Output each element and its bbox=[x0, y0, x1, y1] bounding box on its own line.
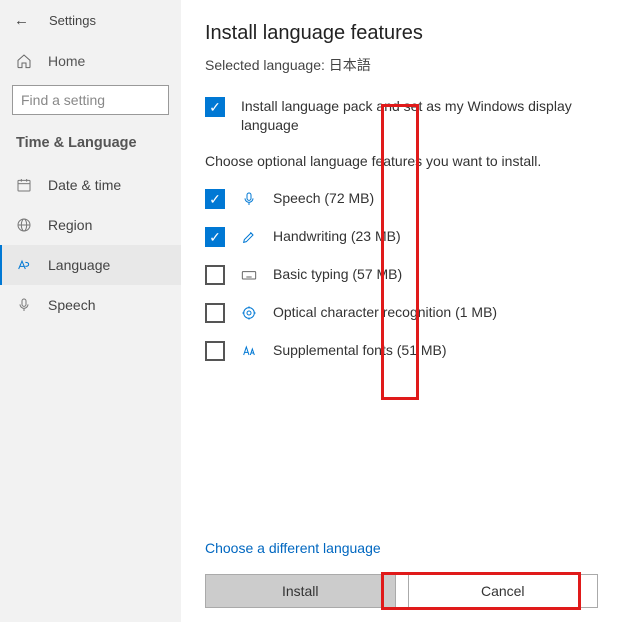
feature-label: Supplemental fonts (51 MB) bbox=[273, 341, 447, 360]
feature-row-ocr: Optical character recognition (1 MB) bbox=[205, 303, 598, 323]
keyboard-icon bbox=[241, 267, 257, 283]
primary-option-row: Install language pack and set as my Wind… bbox=[205, 97, 598, 135]
feature-checkbox[interactable] bbox=[205, 189, 225, 209]
sidebar-item-label: Language bbox=[48, 257, 110, 273]
page-title: Install language features bbox=[205, 22, 598, 45]
feature-checkbox[interactable] bbox=[205, 265, 225, 285]
calendar-icon bbox=[16, 177, 32, 193]
feature-label: Speech (72 MB) bbox=[273, 189, 374, 208]
sidebar-item-label: Speech bbox=[48, 297, 95, 313]
settings-label: Settings bbox=[49, 13, 96, 28]
feature-label: Optical character recognition (1 MB) bbox=[273, 303, 497, 322]
sidebar-item-date-time[interactable]: Date & time bbox=[0, 165, 181, 205]
feature-checkbox[interactable] bbox=[205, 303, 225, 323]
main-panel: Install language features Selected langu… bbox=[181, 0, 622, 622]
primary-checkbox[interactable] bbox=[205, 97, 225, 117]
feature-checkbox[interactable] bbox=[205, 341, 225, 361]
feature-label: Basic typing (57 MB) bbox=[273, 265, 402, 284]
sidebar-home[interactable]: Home bbox=[0, 45, 181, 77]
feature-row-basic-typing: Basic typing (57 MB) bbox=[205, 265, 598, 285]
font-icon bbox=[241, 343, 257, 359]
globe-icon bbox=[16, 217, 32, 233]
footer: Choose a different language Install Canc… bbox=[205, 540, 598, 608]
sidebar-item-label: Date & time bbox=[48, 177, 121, 193]
handwriting-icon bbox=[241, 229, 257, 245]
button-row: Install Cancel bbox=[205, 574, 598, 608]
sidebar: ← Settings Home Find a setting Time & La… bbox=[0, 0, 181, 622]
back-icon[interactable]: ← bbox=[14, 12, 29, 29]
choose-different-link[interactable]: Choose a different language bbox=[205, 540, 381, 556]
sidebar-item-region[interactable]: Region bbox=[0, 205, 181, 245]
sidebar-header: ← Settings bbox=[0, 10, 181, 45]
install-button[interactable]: Install bbox=[205, 574, 396, 608]
speech-icon bbox=[16, 297, 32, 313]
primary-option-label: Install language pack and set as my Wind… bbox=[241, 97, 598, 135]
feature-row-fonts: Supplemental fonts (51 MB) bbox=[205, 341, 598, 361]
feature-checkbox[interactable] bbox=[205, 227, 225, 247]
microphone-icon bbox=[241, 191, 257, 207]
sidebar-item-language[interactable]: Language bbox=[0, 245, 181, 285]
feature-label: Handwriting (23 MB) bbox=[273, 227, 401, 246]
search-input[interactable]: Find a setting bbox=[12, 85, 169, 115]
feature-row-speech: Speech (72 MB) bbox=[205, 189, 598, 209]
language-icon bbox=[16, 257, 32, 273]
feature-row-handwriting: Handwriting (23 MB) bbox=[205, 227, 598, 247]
cancel-button[interactable]: Cancel bbox=[408, 574, 599, 608]
home-icon bbox=[16, 53, 32, 69]
sidebar-item-label: Region bbox=[48, 217, 92, 233]
sidebar-home-label: Home bbox=[48, 53, 85, 69]
ocr-icon bbox=[241, 305, 257, 321]
sidebar-group-heading: Time & Language bbox=[0, 135, 181, 165]
instruction-text: Choose optional language features you wa… bbox=[205, 153, 598, 169]
sidebar-item-speech[interactable]: Speech bbox=[0, 285, 181, 325]
selected-language: Selected language: 日本語 bbox=[205, 55, 598, 75]
